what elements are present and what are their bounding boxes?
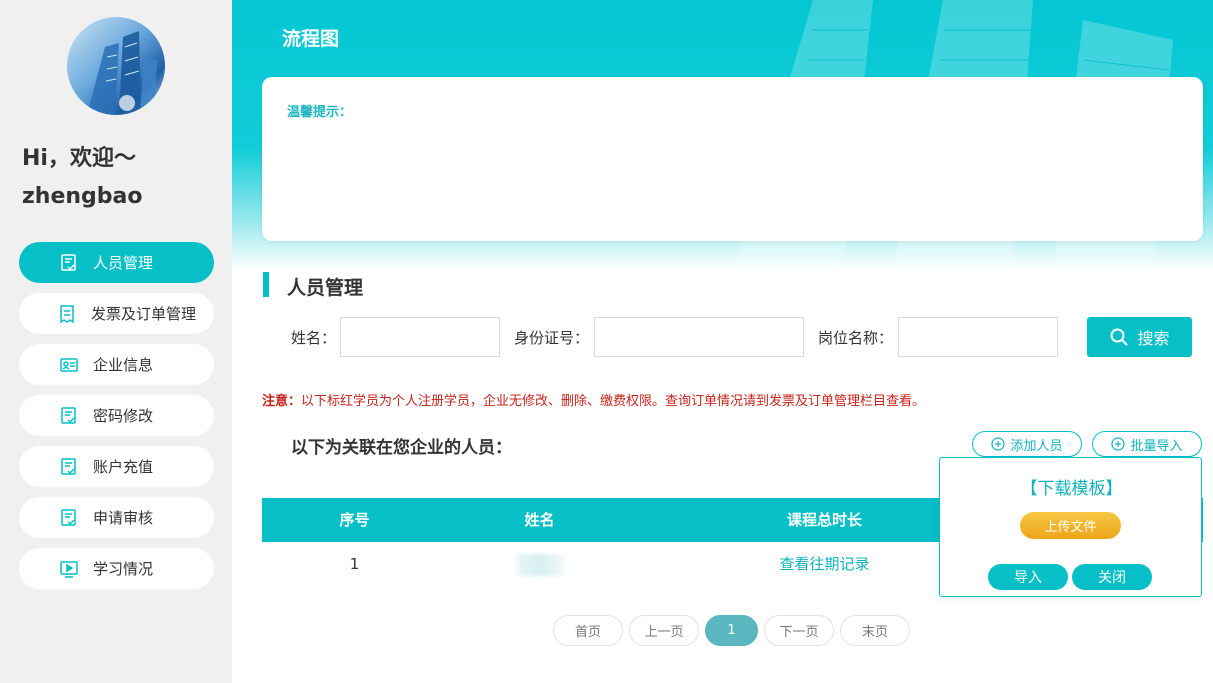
sidebar-item-password[interactable]: 密码修改 — [19, 395, 214, 436]
row-name-cell — [447, 542, 632, 586]
video-play-icon — [59, 559, 79, 579]
sidebar-item-label: 企业信息 — [93, 356, 154, 374]
column-header-name: 姓名 — [524, 511, 555, 529]
sidebar-item-personnel[interactable]: 人员管理 — [19, 242, 214, 283]
import-button[interactable]: 导入 — [988, 564, 1068, 590]
notice-body: 以下标红学员为个人注册学员，企业无修改、删除、缴费权限。查询订单情况请到发票及订… — [301, 394, 926, 409]
sidebar-item-label: 发票及订单管理 — [91, 305, 197, 323]
search-icon — [1110, 328, 1129, 346]
sidebar-item-label: 账户充值 — [93, 458, 154, 476]
blurred-name — [516, 553, 563, 576]
column-header-index: 序号 — [339, 511, 370, 529]
search-button-label: 搜索 — [1137, 329, 1170, 348]
notice-prefix: 注意： — [262, 394, 302, 409]
position-input[interactable] — [898, 317, 1058, 357]
id-card-icon — [59, 355, 79, 375]
page-title: 流程图 — [282, 28, 340, 50]
plus-circle-icon — [1111, 437, 1126, 451]
list-title: 以下为关联在您企业的人员： — [291, 438, 512, 458]
pager-last[interactable]: 末页 — [840, 615, 910, 646]
position-label: 岗位名称： — [818, 329, 894, 347]
batch-import-label: 批量导入 — [1130, 438, 1183, 454]
add-person-label: 添加人员 — [1010, 438, 1063, 454]
building-avatar-icon — [87, 31, 157, 115]
sidebar-item-review[interactable]: 申请审核 — [19, 497, 214, 538]
sidebar-item-label: 人员管理 — [93, 254, 154, 272]
close-button[interactable]: 关闭 — [1072, 564, 1152, 590]
section-accent-bar — [263, 272, 269, 297]
section-title: 人员管理 — [287, 277, 364, 299]
batch-import-button[interactable]: 批量导入 — [1092, 431, 1202, 457]
sidebar-item-company-info[interactable]: 企业信息 — [19, 344, 214, 385]
sidebar-item-invoices[interactable]: 发票及订单管理 — [19, 293, 214, 334]
download-template-link[interactable]: 【下载模板】 — [940, 474, 1203, 499]
pager-next[interactable]: 下一页 — [764, 615, 834, 646]
greeting-text: Hi，欢迎～ — [22, 146, 136, 171]
plus-circle-icon — [991, 437, 1006, 451]
document-check-icon — [59, 406, 79, 426]
upload-file-button[interactable]: 上传文件 — [1020, 512, 1121, 539]
search-button[interactable]: 搜索 — [1087, 317, 1192, 357]
sidebar-item-label: 密码修改 — [93, 407, 154, 425]
add-person-button[interactable]: 添加人员 — [972, 431, 1082, 457]
sidebar-nav: 人员管理 发票及订单管理 企业信息 密码修改 账户充值 申请审核 学习情况 — [19, 242, 214, 599]
sidebar-item-learning[interactable]: 学习情况 — [19, 548, 214, 589]
document-check-icon — [59, 508, 79, 528]
document-check-icon — [59, 457, 79, 477]
sidebar-item-label: 申请审核 — [93, 509, 154, 527]
username: zhengbao — [22, 184, 143, 209]
name-input[interactable] — [340, 317, 500, 357]
pager-current[interactable]: 1 — [705, 615, 758, 646]
row-index: 1 — [349, 555, 360, 573]
welcome-greeting: Hi，欢迎～ zhengbao — [22, 140, 143, 216]
tips-panel: 温馨提示： — [262, 77, 1203, 241]
document-check-icon — [59, 253, 79, 273]
sidebar: Hi，欢迎～ zhengbao 人员管理 发票及订单管理 企业信息 密码修改 账… — [0, 0, 232, 683]
receipt-icon — [57, 304, 77, 324]
notice-text: 注意：以下标红学员为个人注册学员，企业无修改、删除、缴费权限。查询订单情况请到发… — [262, 390, 925, 409]
id-number-input[interactable] — [594, 317, 804, 357]
avatar — [67, 17, 165, 115]
sidebar-item-label: 学习情况 — [93, 560, 154, 578]
pager-first[interactable]: 首页 — [553, 615, 623, 646]
pager-prev[interactable]: 上一页 — [629, 615, 699, 646]
name-label: 姓名： — [291, 329, 337, 347]
sidebar-item-recharge[interactable]: 账户充值 — [19, 446, 214, 487]
tips-label: 温馨提示： — [287, 105, 353, 120]
batch-import-popup: 【下载模板】 上传文件 导入 关闭 — [939, 457, 1202, 597]
id-number-label: 身份证号： — [514, 329, 590, 347]
